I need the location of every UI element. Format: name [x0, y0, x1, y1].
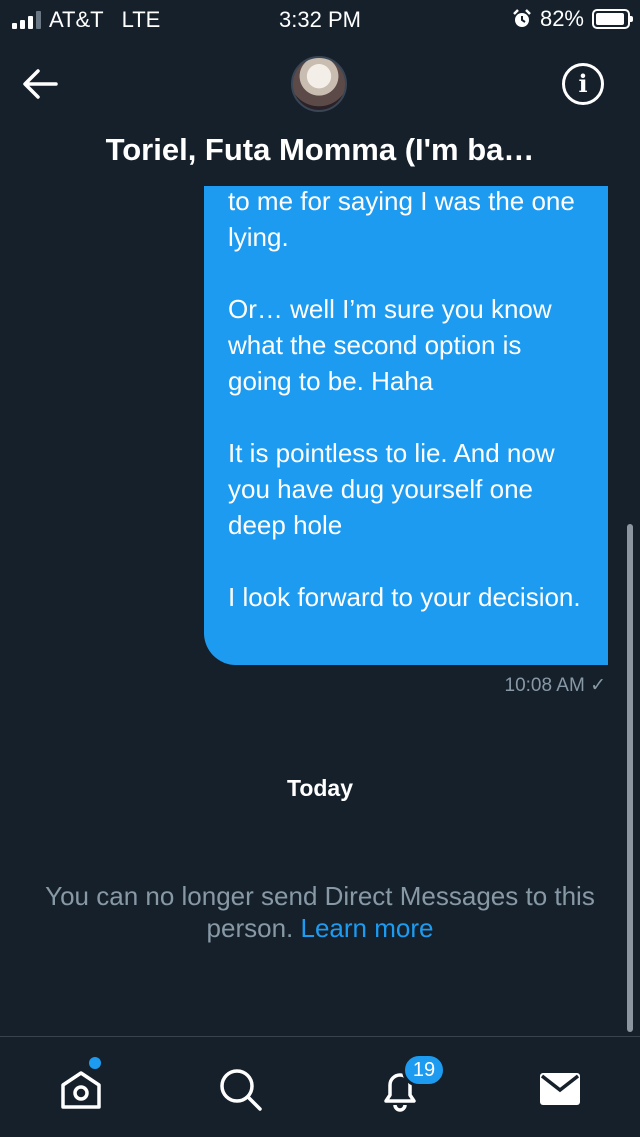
- info-circle-icon[interactable]: i: [562, 63, 604, 105]
- arrow-left-icon[interactable]: [20, 66, 60, 102]
- message-paragraph: to me for saying I was the one lying.: [228, 186, 575, 252]
- battery-percent: 82%: [539, 6, 584, 31]
- battery-fill: [596, 13, 624, 25]
- envelope-icon[interactable]: [536, 1065, 584, 1113]
- search-icon[interactable]: [216, 1065, 264, 1113]
- conversation-header: i Toriel, Futa Momma (I'm ba…: [0, 40, 640, 186]
- status-right: 82%: [512, 6, 633, 32]
- page-title[interactable]: Toriel, Futa Momma (I'm ba…: [0, 132, 640, 168]
- tab-bar: [0, 1036, 640, 1137]
- home-unread-dot: [89, 1057, 101, 1069]
- notifications-badge: 19: [402, 1053, 446, 1087]
- message-bubble[interactable]: to me for saying I was the one lying. Or…: [204, 150, 608, 665]
- message-paragraph: I look forward to your decision.: [228, 582, 581, 612]
- message-paragraph: It is pointless to lie. And now you have…: [228, 438, 555, 540]
- message-paragraph: Or… well I’m sure you know what the seco…: [228, 294, 552, 396]
- battery-icon: [592, 9, 633, 29]
- home-icon[interactable]: [57, 1065, 105, 1113]
- scrollbar[interactable]: [627, 524, 633, 1032]
- message-timestamp: 10:08 AM ✓: [504, 675, 606, 696]
- status-bar: AT&T LTE 3:32 PM 82%: [0, 0, 640, 40]
- learn-more-link[interactable]: Learn more: [301, 913, 434, 943]
- dm-disabled-notice: You can no longer send Direct Messages t…: [20, 880, 620, 944]
- avatar[interactable]: [291, 56, 347, 112]
- alarm-clock-icon: [513, 9, 531, 27]
- date-divider: Today: [286, 775, 354, 801]
